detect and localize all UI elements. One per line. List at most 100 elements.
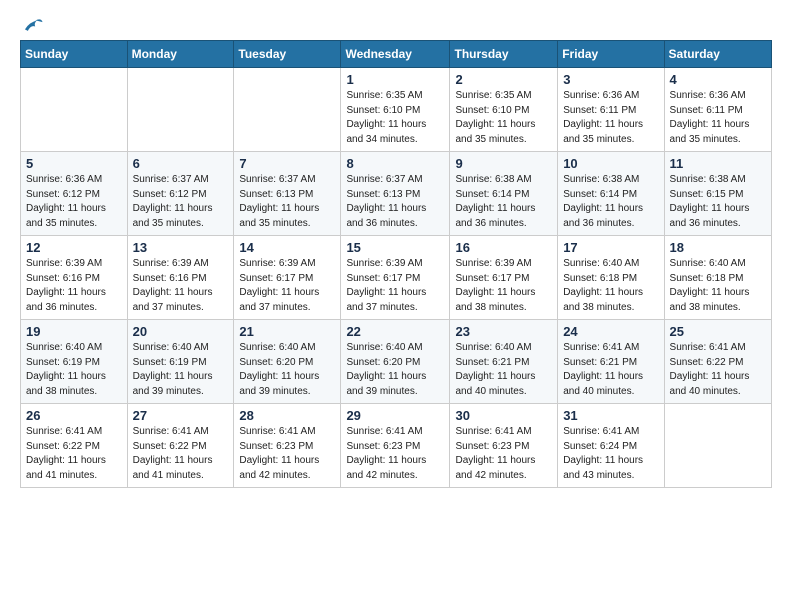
calendar-week-row: 19Sunrise: 6:40 AM Sunset: 6:19 PM Dayli… xyxy=(21,320,772,404)
day-info: Sunrise: 6:37 AM Sunset: 6:13 PM Dayligh… xyxy=(239,173,335,231)
calendar-cell: 1Sunrise: 6:35 AM Sunset: 6:10 PM Daylig… xyxy=(341,68,450,152)
day-info: Sunrise: 6:40 AM Sunset: 6:19 PM Dayligh… xyxy=(133,341,229,399)
calendar-cell: 26 Sunrise: 6:41 AM Sunset: 6:22 PM Dayli… xyxy=(21,404,128,488)
day-info: Sunrise: 6:39 AM Sunset: 6:17 PM Dayligh… xyxy=(455,257,552,315)
calendar-cell: 2 Sunrise: 6:35 AM Sunset: 6:10 PM Daylig… xyxy=(450,68,558,152)
day-number: 23 xyxy=(455,324,552,339)
day-info: Sunrise: 6:38 AM Sunset: 6:14 PM Dayligh… xyxy=(455,173,552,231)
calendar-cell: 16 Sunrise: 6:39 AM Sunset: 6:17 PM Dayli… xyxy=(450,236,558,320)
calendar-week-row: 1 Sunrise: 6:35 AM Sunset: 6:10 PM Daylig… xyxy=(21,68,772,152)
calendar-cell xyxy=(234,68,341,152)
day-info: Sunrise: 6:39 AM Sunset: 6:17 PM Dayligh… xyxy=(346,257,444,315)
calendar-cell: 31 Sunrise: 6:41 AM Sunset: 6:24 PM Dayli… xyxy=(558,404,664,488)
day-info: Sunrise: 6:40 AM Sunset: 6:20 PM Dayligh… xyxy=(239,341,335,399)
day-number: 21 xyxy=(239,324,335,339)
day-of-week-header: Monday xyxy=(127,41,234,68)
calendar-cell: 15 Sunrise: 6:39 AM Sunset: 6:17 PM Dayli… xyxy=(341,236,450,320)
calendar-cell: 6 Sunrise: 6:37 AM Sunset: 6:12 PM Daylig… xyxy=(127,152,234,236)
day-info: Sunrise: 6:40 AM Sunset: 6:20 PM Dayligh… xyxy=(346,341,444,399)
day-info: Sunrise: 6:39 AM Sunset: 6:16 PM Dayligh… xyxy=(133,257,229,315)
calendar-cell: 27 Sunrise: 6:41 AM Sunset: 6:22 PM Dayli… xyxy=(127,404,234,488)
calendar-cell: 7 Sunrise: 6:37 AM Sunset: 6:13 PM Daylig… xyxy=(234,152,341,236)
day-info: Sunrise: 6:41 AM Sunset: 6:23 PM Dayligh… xyxy=(239,425,335,483)
day-number: 9 xyxy=(455,156,552,171)
day-number: 2 xyxy=(455,72,552,87)
calendar-cell: 3 Sunrise: 6:36 AM Sunset: 6:11 PM Daylig… xyxy=(558,68,664,152)
day-info: Sunrise: 6:39 AM Sunset: 6:16 PM Dayligh… xyxy=(26,257,122,315)
header xyxy=(20,16,772,34)
day-number: 11 xyxy=(670,156,766,171)
day-number: 13 xyxy=(133,240,229,255)
calendar-cell: 9 Sunrise: 6:38 AM Sunset: 6:14 PM Daylig… xyxy=(450,152,558,236)
day-number: 16 xyxy=(455,240,552,255)
calendar-cell: 29Sunrise: 6:41 AM Sunset: 6:23 PM Dayli… xyxy=(341,404,450,488)
day-info: Sunrise: 6:41 AM Sunset: 6:24 PM Dayligh… xyxy=(563,425,658,483)
day-info: Sunrise: 6:36 AM Sunset: 6:11 PM Dayligh… xyxy=(563,89,658,147)
day-info: Sunrise: 6:41 AM Sunset: 6:22 PM Dayligh… xyxy=(133,425,229,483)
day-number: 31 xyxy=(563,408,658,423)
calendar-cell: 20 Sunrise: 6:40 AM Sunset: 6:19 PM Dayli… xyxy=(127,320,234,404)
calendar-cell: 17Sunrise: 6:40 AM Sunset: 6:18 PM Dayli… xyxy=(558,236,664,320)
day-info: Sunrise: 6:41 AM Sunset: 6:23 PM Dayligh… xyxy=(346,425,444,483)
calendar-cell xyxy=(127,68,234,152)
day-number: 24 xyxy=(563,324,658,339)
day-info: Sunrise: 6:38 AM Sunset: 6:14 PM Dayligh… xyxy=(563,173,658,231)
calendar-cell: 22 Sunrise: 6:40 AM Sunset: 6:20 PM Dayli… xyxy=(341,320,450,404)
calendar-cell xyxy=(21,68,128,152)
day-number: 22 xyxy=(346,324,444,339)
calendar-cell: 30Sunrise: 6:41 AM Sunset: 6:23 PM Dayli… xyxy=(450,404,558,488)
day-number: 15 xyxy=(346,240,444,255)
day-number: 25 xyxy=(670,324,766,339)
day-of-week-header: Friday xyxy=(558,41,664,68)
logo xyxy=(20,16,44,34)
day-number: 28 xyxy=(239,408,335,423)
day-number: 20 xyxy=(133,324,229,339)
day-info: Sunrise: 6:37 AM Sunset: 6:13 PM Dayligh… xyxy=(346,173,444,231)
calendar-cell: 28 Sunrise: 6:41 AM Sunset: 6:23 PM Dayli… xyxy=(234,404,341,488)
calendar-cell: 8 Sunrise: 6:37 AM Sunset: 6:13 PM Daylig… xyxy=(341,152,450,236)
calendar-cell: 19Sunrise: 6:40 AM Sunset: 6:19 PM Dayli… xyxy=(21,320,128,404)
day-info: Sunrise: 6:35 AM Sunset: 6:10 PM Dayligh… xyxy=(455,89,552,147)
day-number: 1 xyxy=(346,72,444,87)
day-info: Sunrise: 6:40 AM Sunset: 6:21 PM Dayligh… xyxy=(455,341,552,399)
day-info: Sunrise: 6:36 AM Sunset: 6:11 PM Dayligh… xyxy=(670,89,766,147)
page: SundayMondayTuesdayWednesdayThursdayFrid… xyxy=(0,0,792,498)
day-number: 26 xyxy=(26,408,122,423)
day-number: 18 xyxy=(670,240,766,255)
calendar-cell: 23 Sunrise: 6:40 AM Sunset: 6:21 PM Dayli… xyxy=(450,320,558,404)
day-info: Sunrise: 6:38 AM Sunset: 6:15 PM Dayligh… xyxy=(670,173,766,231)
day-info: Sunrise: 6:41 AM Sunset: 6:22 PM Dayligh… xyxy=(26,425,122,483)
day-number: 10 xyxy=(563,156,658,171)
calendar-cell: 25Sunrise: 6:41 AM Sunset: 6:22 PM Dayli… xyxy=(664,320,771,404)
day-info: Sunrise: 6:40 AM Sunset: 6:18 PM Dayligh… xyxy=(563,257,658,315)
calendar-cell: 24 Sunrise: 6:41 AM Sunset: 6:21 PM Dayli… xyxy=(558,320,664,404)
calendar-cell: 18Sunrise: 6:40 AM Sunset: 6:18 PM Dayli… xyxy=(664,236,771,320)
day-number: 4 xyxy=(670,72,766,87)
day-number: 27 xyxy=(133,408,229,423)
calendar-cell: 5Sunrise: 6:36 AM Sunset: 6:12 PM Daylig… xyxy=(21,152,128,236)
day-number: 8 xyxy=(346,156,444,171)
day-number: 7 xyxy=(239,156,335,171)
calendar-cell: 21 Sunrise: 6:40 AM Sunset: 6:20 PM Dayli… xyxy=(234,320,341,404)
day-number: 12 xyxy=(26,240,122,255)
day-info: Sunrise: 6:41 AM Sunset: 6:21 PM Dayligh… xyxy=(563,341,658,399)
calendar-table: SundayMondayTuesdayWednesdayThursdayFrid… xyxy=(20,40,772,488)
day-info: Sunrise: 6:37 AM Sunset: 6:12 PM Dayligh… xyxy=(133,173,229,231)
day-number: 30 xyxy=(455,408,552,423)
calendar-cell: 12 Sunrise: 6:39 AM Sunset: 6:16 PM Dayli… xyxy=(21,236,128,320)
day-number: 5 xyxy=(26,156,122,171)
calendar-week-row: 5Sunrise: 6:36 AM Sunset: 6:12 PM Daylig… xyxy=(21,152,772,236)
day-info: Sunrise: 6:39 AM Sunset: 6:17 PM Dayligh… xyxy=(239,257,335,315)
day-info: Sunrise: 6:40 AM Sunset: 6:19 PM Dayligh… xyxy=(26,341,122,399)
day-of-week-header: Sunday xyxy=(21,41,128,68)
calendar-cell: 13 Sunrise: 6:39 AM Sunset: 6:16 PM Dayli… xyxy=(127,236,234,320)
calendar-week-row: 12 Sunrise: 6:39 AM Sunset: 6:16 PM Dayli… xyxy=(21,236,772,320)
day-number: 6 xyxy=(133,156,229,171)
calendar-header-row: SundayMondayTuesdayWednesdayThursdayFrid… xyxy=(21,41,772,68)
calendar-cell: 10 Sunrise: 6:38 AM Sunset: 6:14 PM Dayli… xyxy=(558,152,664,236)
logo-bird-icon xyxy=(22,16,44,34)
calendar-cell: 11 Sunrise: 6:38 AM Sunset: 6:15 PM Dayli… xyxy=(664,152,771,236)
calendar-cell: 14 Sunrise: 6:39 AM Sunset: 6:17 PM Dayli… xyxy=(234,236,341,320)
day-number: 3 xyxy=(563,72,658,87)
day-number: 14 xyxy=(239,240,335,255)
